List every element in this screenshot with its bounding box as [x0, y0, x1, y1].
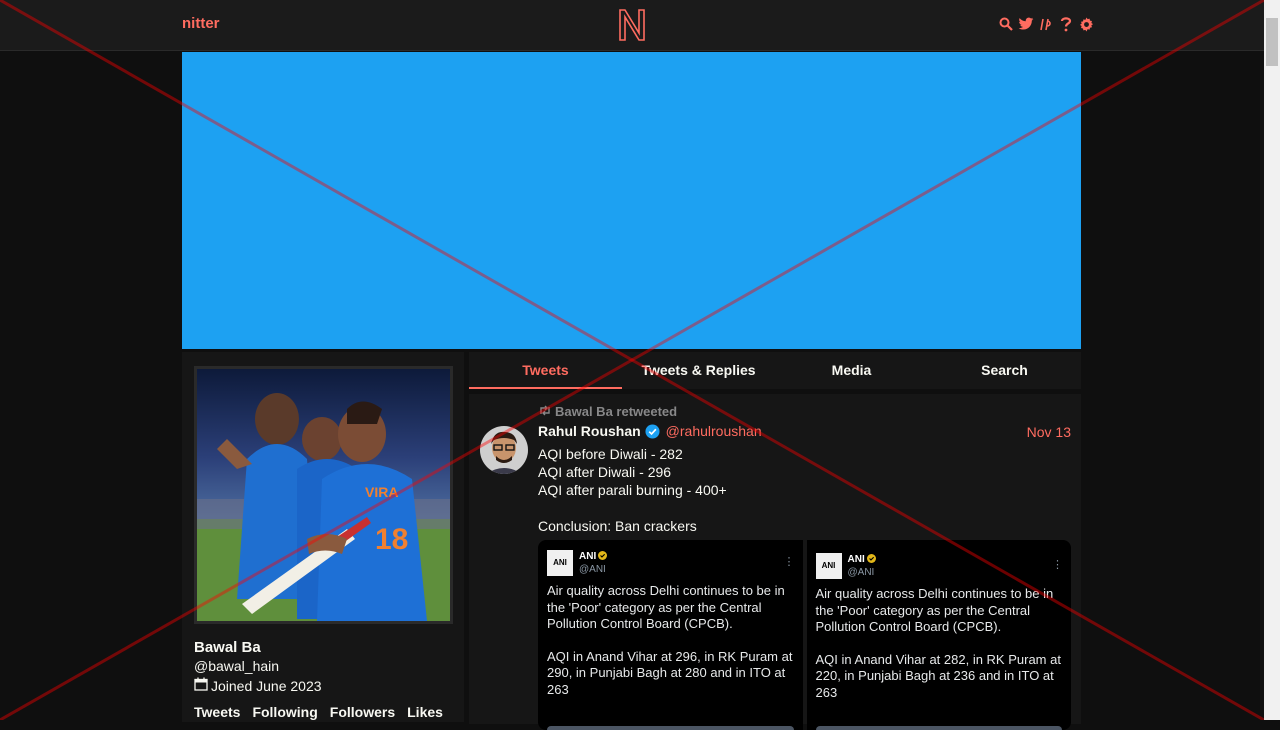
tweet-line: AQI before Diwali - 282 — [538, 446, 683, 462]
stat-followers[interactable]: Followers — [330, 704, 395, 720]
joined-text: Joined June 2023 — [211, 677, 322, 694]
profile-card: 18 VIRA Bawal Ba @bawal_hain Joined June… — [182, 352, 464, 722]
scrollbar[interactable] — [1264, 0, 1280, 720]
tweet-date[interactable]: Nov 13 — [1027, 424, 1071, 440]
settings-gear-icon[interactable] — [1078, 16, 1094, 32]
tweet-line — [538, 499, 1068, 517]
tweet-media[interactable]: ANI ANI @ANI ⋮ Air quality across Delhi … — [538, 540, 1071, 730]
embed-handle: @ANI — [847, 566, 875, 578]
embed-text-para: Air quality across Delhi continues to be… — [815, 586, 1054, 634]
gold-verified-icon — [598, 550, 608, 564]
tweet-line: Conclusion: Ban crackers — [538, 518, 697, 534]
calendar-icon — [194, 677, 208, 694]
scrollbar-thumb[interactable] — [1266, 18, 1278, 66]
retweet-header: Bawal Ba retweeted — [538, 404, 677, 419]
gold-verified-icon — [866, 553, 876, 567]
ani-avatar: ANI — [815, 553, 842, 579]
navbar: nitter — [0, 0, 1264, 51]
timeline: Bawal Ba retweeted Rahul Roushan @rahulr… — [469, 394, 1081, 730]
embed-image-preview — [547, 726, 794, 730]
rss-icon[interactable] — [1038, 16, 1054, 32]
tweet-line: AQI after parali burning - 400+ — [538, 482, 727, 498]
more-options-icon: ⋮ — [1052, 559, 1063, 571]
more-options-icon: ⋮ — [783, 556, 795, 568]
embed-text-para: AQI in Anand Vihar at 282, in RK Puram a… — [815, 651, 1061, 700]
retweet-icon — [538, 404, 552, 419]
embed-text-para: AQI in Anand Vihar at 296, in RK Puram a… — [547, 648, 793, 697]
svg-text:VIRA: VIRA — [365, 484, 398, 500]
tweet-avatar[interactable] — [480, 426, 528, 474]
profile-joined: Joined June 2023 — [194, 677, 322, 694]
tweet-content: AQI before Diwali - 282 AQI after Diwali… — [538, 445, 1068, 535]
stat-tweets[interactable]: Tweets — [194, 704, 240, 720]
embed-text-para: Air quality across Delhi continues to be… — [547, 583, 785, 631]
profile-handle[interactable]: @bawal_hain — [194, 658, 279, 674]
tweet-header: Rahul Roushan @rahulroushan — [538, 423, 762, 439]
embedded-tweet[interactable]: ANI ANI @ANI ⋮ Air quality across Delhi … — [806, 540, 1071, 730]
tab-tweets-replies[interactable]: Tweets & Replies — [622, 352, 775, 389]
profile-stats: Tweets Following Followers Likes — [194, 704, 443, 720]
nav-icons — [998, 16, 1094, 32]
embed-handle: @ANI — [579, 563, 606, 575]
retweet-text: Bawal Ba retweeted — [555, 404, 678, 419]
search-icon[interactable] — [998, 16, 1014, 32]
tab-tweets[interactable]: Tweets — [469, 352, 622, 389]
embed-name: ANI — [847, 554, 865, 565]
svg-text:18: 18 — [375, 523, 408, 556]
embed-name: ANI — [579, 551, 597, 562]
embed-image-preview — [815, 726, 1062, 730]
tab-search[interactable]: Search — [928, 352, 1081, 389]
profile-photo: 18 VIRA — [197, 369, 450, 621]
tweet-line: AQI after Diwali - 296 — [538, 464, 672, 480]
stat-likes[interactable]: Likes — [407, 704, 443, 720]
verified-badge-icon — [645, 423, 660, 439]
nitter-logo[interactable] — [618, 9, 646, 46]
tab-media[interactable]: Media — [775, 352, 928, 389]
help-icon[interactable] — [1058, 16, 1074, 32]
embedded-tweet[interactable]: ANI ANI @ANI ⋮ Air quality across Delhi … — [538, 540, 803, 730]
stat-following[interactable]: Following — [252, 704, 317, 720]
tweet-fullname[interactable]: Rahul Roushan — [538, 423, 641, 439]
timeline-tabs: Tweets Tweets & Replies Media Search — [469, 352, 1081, 389]
ani-avatar: ANI — [547, 550, 573, 576]
brand-link[interactable]: nitter — [182, 15, 220, 32]
twitter-bird-icon[interactable] — [1018, 16, 1034, 32]
tweet-username[interactable]: @rahulroushan — [666, 423, 762, 439]
profile-banner[interactable] — [182, 52, 1081, 349]
profile-fullname: Bawal Ba — [194, 639, 261, 656]
profile-avatar[interactable]: 18 VIRA — [194, 366, 453, 624]
